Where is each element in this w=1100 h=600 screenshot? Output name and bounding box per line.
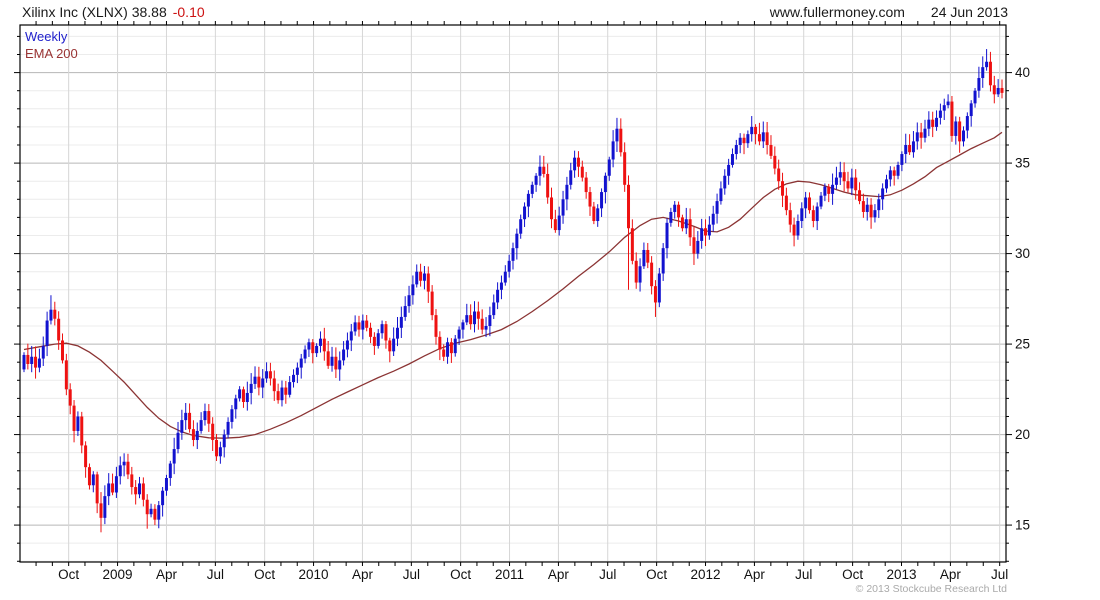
x-axis-label: 2013 [886, 567, 916, 582]
x-axis-label: Jul [207, 567, 224, 582]
timeframe-label: Weekly [25, 29, 68, 44]
y-axis-label: 30 [1015, 246, 1030, 261]
x-axis-label: Apr [940, 567, 962, 582]
x-axis-label: Oct [842, 567, 863, 582]
stock-chart-page: Xilinx Inc (XLNX) 38.88 -0.10 www.fullerm… [0, 0, 1100, 600]
x-axis-label: Oct [450, 567, 471, 582]
x-axis-label: Jul [599, 567, 616, 582]
x-axis-label: Apr [352, 567, 374, 582]
x-axis-label: 2010 [299, 567, 329, 582]
x-axis-label: 2011 [495, 567, 524, 582]
x-axis-label: Jul [403, 567, 420, 582]
x-axis-label: 2009 [103, 567, 133, 582]
x-axis-label: Apr [744, 567, 766, 582]
x-axis-label: 2012 [690, 567, 720, 582]
x-axis-label: Jul [795, 567, 812, 582]
ema-label: EMA 200 [25, 46, 78, 61]
y-axis-label: 40 [1015, 65, 1030, 80]
x-axis-label: Oct [646, 567, 667, 582]
y-axis-label: 35 [1015, 156, 1030, 171]
x-axis-label: Jul [991, 567, 1008, 582]
x-axis-label: Apr [548, 567, 570, 582]
x-axis-label: Oct [254, 567, 275, 582]
y-axis-label: 25 [1015, 337, 1030, 352]
x-axis-label: Oct [58, 567, 79, 582]
y-axis-label: 15 [1015, 518, 1030, 533]
copyright-notice: © 2013 Stockcube Research Ltd [855, 583, 1007, 595]
x-axis-label: Apr [156, 567, 178, 582]
chart-legend: Weekly EMA 200 [25, 28, 78, 62]
price-chart-svg: 15 20 25 30 35 40 Oct 2009 Apr Jul Oct 2010 Apr Jul Oc… [14, 21, 1030, 582]
y-axis-label: 20 [1015, 427, 1030, 442]
